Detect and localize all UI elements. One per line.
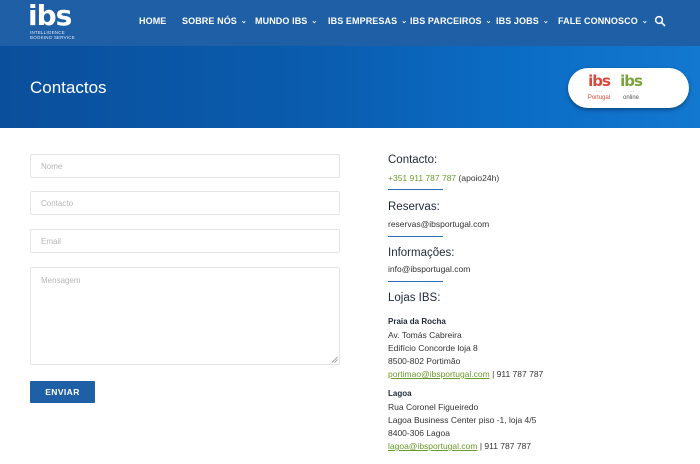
phone-link[interactable]: +351 911 787 787 [388,173,456,183]
divider [388,281,443,282]
nav-mundo-ibs[interactable]: MUNDO IBS ⌄ [255,16,317,26]
contact-field[interactable] [30,191,340,215]
top-navigation-bar: ibs INTELLIGENCE BOOKING SERVICE HOME SO… [0,0,700,46]
ibs-portugal-logo: ibs ···· Portugal [587,72,611,101]
store-contact-line: portimao@ibsportugal.com | 911 787 787 [388,369,543,379]
chevron-down-icon: ⌄ [311,18,318,25]
chevron-down-icon: ⌄ [641,18,648,25]
message-field[interactable] [30,267,340,365]
page-title: Contactos [30,78,107,97]
reservas-email[interactable]: reservas@ibsportugal.com [388,219,489,229]
logo-subtitle: INTELLIGENCE BOOKING SERVICE [30,30,75,40]
name-field[interactable] [30,154,340,178]
store-phone: | 911 787 787 [492,369,544,379]
page-header-banner: Contactos ibs ···· Portugal ibs ···· onl… [0,46,700,128]
phone-line: +351 911 787 787 (apoio24h) [388,173,500,183]
info-heading: Informações: [388,247,455,259]
store-address: Rua Coronel Figueiredo [388,402,479,412]
lojas-heading: Lojas IBS: [388,292,441,304]
store-postcode: 8400-306 Lagoa [388,428,450,438]
store-email-link[interactable]: portimao@ibsportugal.com [388,369,490,379]
contacto-heading: Contacto: [388,154,438,166]
store-address: Edifício Concorde loja 8 [388,343,478,353]
info-email[interactable]: info@ibsportugal.com [388,264,470,274]
email-field[interactable] [30,229,340,253]
store-contact-line: lagoa@ibsportugal.com | 911 787 787 [388,441,531,451]
divider [388,236,443,237]
logo-wordmark: ibs [28,0,72,32]
chevron-down-icon: ⌄ [401,18,408,25]
store-address: Lagoa Business Center piso -1, loja 4/5 [388,415,537,425]
store-postcode: 8500-802 Portimão [388,356,461,366]
ibs-logo[interactable]: ibs INTELLIGENCE BOOKING SERVICE [28,0,88,42]
nav-sobre-nos[interactable]: SOBRE NÓS ⌄ [182,16,247,26]
nav-fale-connosco[interactable]: FALE CONNOSCO ⌄ [558,16,648,26]
store-address: Av. Tomás Cabreira [388,330,462,340]
ibs-online-logo: ibs ···· online [620,72,643,101]
store-name: Praia da Rocha [388,317,446,326]
reservas-heading: Reservas: [388,201,440,213]
submit-button[interactable]: ENVIAR [30,381,95,403]
chevron-down-icon: ⌄ [485,18,492,25]
nav-ibs-parceiros[interactable]: IBS PARCEIROS ⌄ [410,16,492,26]
nav-ibs-jobs[interactable]: IBS JOBS ⌄ [496,16,549,26]
store-phone: | 911 787 787 [479,441,532,451]
nav-home[interactable]: HOME [139,16,166,26]
partner-logos-badge[interactable]: ibs ···· Portugal ibs ···· online [568,68,689,108]
chevron-down-icon: ⌄ [240,18,247,25]
divider [388,189,443,190]
nav-ibs-empresas[interactable]: IBS EMPRESAS ⌄ [328,16,407,26]
resize-handle-icon[interactable] [331,356,338,363]
chevron-down-icon: ⌄ [542,18,549,25]
search-icon[interactable] [654,15,666,27]
store-email-link[interactable]: lagoa@ibsportugal.com [388,441,477,451]
store-name: Lagoa [388,389,412,398]
